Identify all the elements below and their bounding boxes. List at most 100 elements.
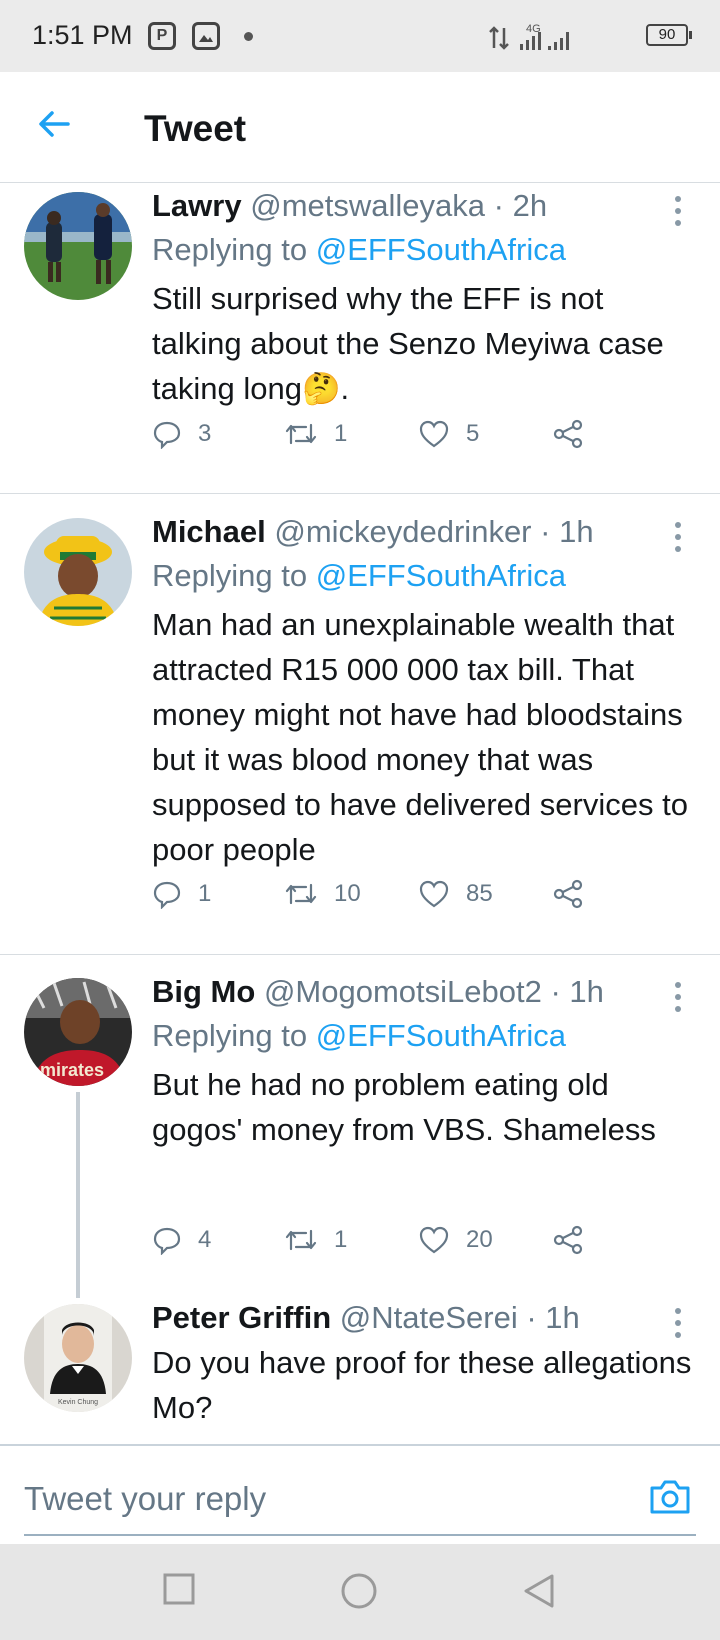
reply-icon bbox=[153, 421, 181, 449]
reply-count: 4 bbox=[198, 1226, 212, 1253]
retweet-button[interactable]: 10 bbox=[284, 874, 361, 914]
tweet-time: · 1h bbox=[540, 514, 594, 549]
tweet-actions: 3 1 5 bbox=[152, 414, 652, 454]
avatar[interactable]: Kevin Chung bbox=[24, 1304, 132, 1412]
tweet-actions: 1 10 85 bbox=[152, 874, 652, 914]
avatar-shirt-text: mirates bbox=[40, 1060, 104, 1080]
retweet-icon bbox=[285, 883, 317, 905]
user-handle[interactable]: @NtateSerei bbox=[340, 1300, 518, 1335]
tweet-actions: 4 1 20 bbox=[152, 1220, 652, 1260]
heart-icon bbox=[419, 880, 449, 908]
reply-composer: Tweet your reply bbox=[0, 1444, 720, 1546]
replying-label: Replying to bbox=[152, 558, 308, 593]
reply-icon bbox=[153, 1227, 181, 1255]
retweet-icon bbox=[285, 1229, 317, 1251]
divider bbox=[0, 954, 720, 955]
share-button[interactable] bbox=[552, 874, 600, 914]
tweet-text: Still surprised why the EFF is not talki… bbox=[152, 281, 664, 406]
page-title: Tweet bbox=[144, 108, 247, 149]
tweet-header: Lawry @metswalleyaka · 2h bbox=[152, 188, 547, 224]
reply-button[interactable]: 1 bbox=[152, 874, 211, 914]
status-time: 1:51 PM bbox=[32, 20, 133, 50]
app-notification-icon: P bbox=[148, 22, 176, 50]
system-navigation-bar bbox=[0, 1544, 720, 1640]
like-count: 20 bbox=[466, 1226, 493, 1253]
user-handle[interactable]: @mickeydedrinker bbox=[274, 514, 531, 549]
tweet-text: Do you have proof for these allegations … bbox=[152, 1345, 692, 1425]
replying-label: Replying to bbox=[152, 1018, 308, 1053]
back-nav-button[interactable] bbox=[522, 1572, 556, 1615]
share-icon bbox=[553, 419, 583, 449]
home-button[interactable] bbox=[340, 1572, 378, 1615]
square-icon bbox=[163, 1573, 195, 1605]
camera-button[interactable] bbox=[648, 1478, 692, 1521]
replying-to: Replying to @EFFSouthAfrica bbox=[152, 558, 566, 594]
tweet-header: Big Mo @MogomotsiLebot2 · 1h bbox=[152, 974, 604, 1010]
camera-icon bbox=[650, 1480, 690, 1514]
retweet-icon bbox=[285, 423, 317, 445]
like-count: 85 bbox=[466, 880, 493, 907]
replying-label: Replying to bbox=[152, 232, 308, 267]
tweet-header: Michael @mickeydedrinker · 1h bbox=[152, 514, 594, 550]
tweet-text: Man had an unexplainable wealth that att… bbox=[152, 607, 688, 867]
battery-icon: 90 bbox=[646, 24, 692, 46]
tweet-time: · 1h bbox=[550, 974, 604, 1009]
reply-button[interactable]: 4 bbox=[152, 1220, 211, 1260]
like-button[interactable]: 20 bbox=[418, 1220, 493, 1260]
user-handle[interactable]: @metswalleyaka bbox=[250, 188, 485, 223]
more-options-icon[interactable] bbox=[675, 522, 683, 558]
gallery-notification-icon bbox=[192, 22, 220, 50]
display-name[interactable]: Big Mo bbox=[152, 974, 255, 1009]
avatar[interactable] bbox=[24, 192, 132, 300]
triangle-back-icon bbox=[524, 1574, 554, 1608]
avatar[interactable] bbox=[24, 518, 132, 626]
avatar-caption: Kevin Chung bbox=[58, 1399, 98, 1406]
divider bbox=[0, 493, 720, 494]
reply-count: 3 bbox=[198, 420, 212, 447]
display-name[interactable]: Peter Griffin bbox=[152, 1300, 331, 1335]
tweet-time: · 1h bbox=[526, 1300, 580, 1335]
tweet-header: Peter Griffin @NtateSerei · 1h bbox=[152, 1300, 580, 1336]
retweet-button[interactable]: 1 bbox=[284, 414, 347, 454]
heart-icon bbox=[419, 420, 449, 448]
like-count: 5 bbox=[466, 420, 480, 447]
display-name[interactable]: Lawry bbox=[152, 188, 242, 223]
like-button[interactable]: 5 bbox=[418, 414, 479, 454]
share-icon bbox=[553, 879, 583, 909]
tweet-text: But he had no problem eating old gogos' … bbox=[152, 1067, 656, 1147]
notification-dot-icon bbox=[244, 32, 253, 41]
retweet-button[interactable]: 1 bbox=[284, 1220, 347, 1260]
more-options-icon[interactable] bbox=[675, 196, 683, 232]
avatar[interactable]: mirates bbox=[24, 978, 132, 1086]
circle-icon bbox=[341, 1573, 377, 1609]
arrow-left-icon bbox=[39, 111, 70, 137]
replying-to: Replying to @EFFSouthAfrica bbox=[152, 1018, 566, 1054]
reply-icon bbox=[153, 881, 181, 909]
share-button[interactable] bbox=[552, 414, 600, 454]
back-button[interactable] bbox=[36, 106, 76, 146]
reply-count: 1 bbox=[198, 880, 212, 907]
thread-connector-line bbox=[76, 1092, 80, 1298]
recent-apps-button[interactable] bbox=[162, 1572, 196, 1611]
heart-icon bbox=[419, 1226, 449, 1254]
share-icon bbox=[553, 1225, 583, 1255]
status-bar: 1:51 PM P 4G 90 bbox=[0, 0, 720, 72]
like-button[interactable]: 85 bbox=[418, 874, 493, 914]
retweet-count: 10 bbox=[334, 880, 361, 907]
top-app-bar: Tweet bbox=[0, 72, 720, 183]
mention-link[interactable]: @EFFSouthAfrica bbox=[316, 232, 566, 267]
retweet-count: 1 bbox=[334, 1226, 348, 1253]
more-options-icon[interactable] bbox=[675, 1308, 683, 1344]
retweet-count: 1 bbox=[334, 420, 348, 447]
mention-link[interactable]: @EFFSouthAfrica bbox=[316, 558, 566, 593]
display-name[interactable]: Michael bbox=[152, 514, 266, 549]
input-underline bbox=[24, 1534, 696, 1536]
user-handle[interactable]: @MogomotsiLebot2 bbox=[264, 974, 542, 1009]
more-options-icon[interactable] bbox=[675, 982, 683, 1018]
tweet-time: · 2h bbox=[493, 188, 548, 223]
replying-to: Replying to @EFFSouthAfrica bbox=[152, 232, 566, 268]
reply-input[interactable]: Tweet your reply bbox=[24, 1480, 266, 1518]
share-button[interactable] bbox=[552, 1220, 600, 1260]
mention-link[interactable]: @EFFSouthAfrica bbox=[316, 1018, 566, 1053]
reply-button[interactable]: 3 bbox=[152, 414, 211, 454]
